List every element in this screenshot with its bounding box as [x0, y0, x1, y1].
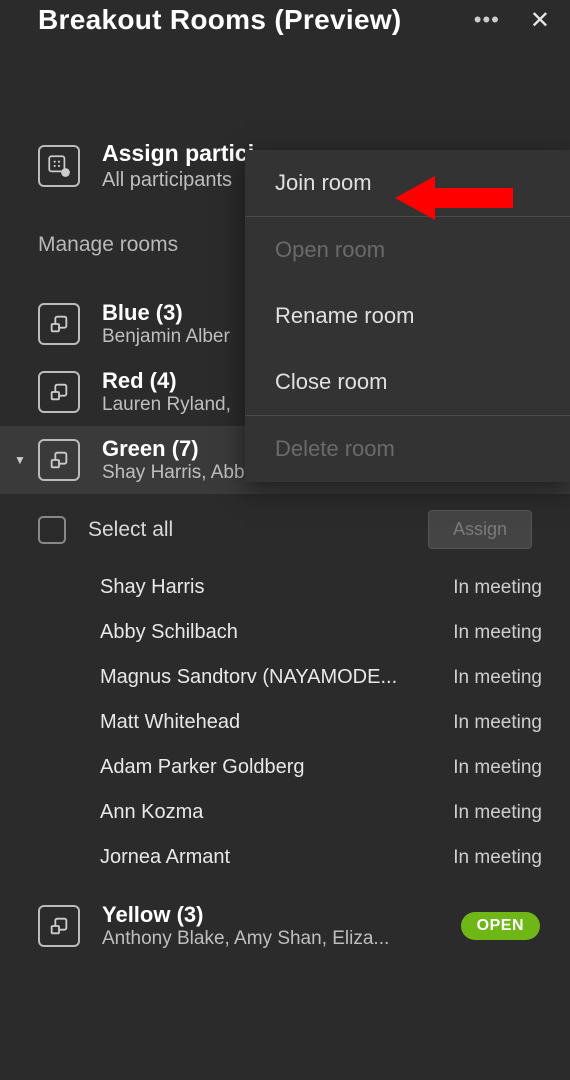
- more-options-icon[interactable]: •••: [474, 7, 500, 33]
- participant-row[interactable]: Jornea Armant In meeting: [100, 835, 570, 880]
- header-actions: ••• ✕: [474, 6, 550, 35]
- room-icon: [38, 439, 80, 481]
- menu-join-room[interactable]: Join room: [245, 150, 570, 216]
- participants-list: Shay Harris In meeting Abby Schilbach In…: [0, 561, 570, 892]
- participant-status: In meeting: [453, 622, 542, 644]
- participant-name: Jornea Armant: [100, 846, 453, 869]
- panel-header: Breakout Rooms (Preview) ••• ✕: [0, 0, 570, 40]
- participant-row[interactable]: Adam Parker Goldberg In meeting: [100, 745, 570, 790]
- assign-title: Assign partici: [102, 140, 254, 167]
- assign-button[interactable]: Assign: [428, 510, 532, 549]
- participant-row[interactable]: Ann Kozma In meeting: [100, 790, 570, 835]
- chevron-down-icon[interactable]: ▼: [14, 453, 26, 467]
- participant-row[interactable]: Shay Harris In meeting: [100, 565, 570, 610]
- participant-name: Magnus Sandtorv (NAYAMODE...: [100, 666, 453, 689]
- participant-row[interactable]: Matt Whitehead In meeting: [100, 700, 570, 745]
- menu-close-room[interactable]: Close room: [245, 349, 570, 415]
- breakout-rooms-panel: Breakout Rooms (Preview) ••• ✕ Assign pa…: [0, 0, 570, 1080]
- room-icon: [38, 303, 80, 345]
- participant-status: In meeting: [453, 712, 542, 734]
- menu-delete-room: Delete room: [245, 416, 570, 482]
- room-icon: [38, 905, 80, 947]
- room-context-menu: Join room Open room Rename room Close ro…: [245, 150, 570, 482]
- participant-name: Abby Schilbach: [100, 621, 453, 644]
- select-all-row: Select all Assign: [0, 498, 570, 561]
- participant-row[interactable]: Abby Schilbach In meeting: [100, 610, 570, 655]
- menu-open-room: Open room: [245, 217, 570, 283]
- participant-status: In meeting: [453, 847, 542, 869]
- manage-rooms-label: Manage rooms: [38, 233, 178, 257]
- room-icon: [38, 371, 80, 413]
- participant-row[interactable]: Magnus Sandtorv (NAYAMODE... In meeting: [100, 655, 570, 700]
- close-icon[interactable]: ✕: [530, 6, 550, 35]
- participant-status: In meeting: [453, 577, 542, 599]
- room-name: Yellow (3): [102, 902, 439, 928]
- room-participants: Anthony Blake, Amy Shan, Eliza...: [102, 928, 439, 950]
- assign-subtitle: All participants: [102, 169, 254, 192]
- participant-status: In meeting: [453, 757, 542, 779]
- participants-icon: [38, 145, 80, 187]
- panel-title: Breakout Rooms (Preview): [38, 4, 474, 36]
- participant-name: Matt Whitehead: [100, 711, 453, 734]
- select-all-label: Select all: [88, 518, 406, 542]
- select-all-checkbox[interactable]: [38, 516, 66, 544]
- room-item-yellow[interactable]: Yellow (3) Anthony Blake, Amy Shan, Eliz…: [0, 892, 570, 960]
- menu-rename-room[interactable]: Rename room: [245, 283, 570, 349]
- participant-name: Adam Parker Goldberg: [100, 756, 453, 779]
- participant-name: Ann Kozma: [100, 801, 453, 824]
- open-badge: OPEN: [461, 912, 540, 940]
- participant-name: Shay Harris: [100, 576, 453, 599]
- participant-status: In meeting: [453, 667, 542, 689]
- participant-status: In meeting: [453, 802, 542, 824]
- assign-text: Assign partici All participants: [102, 140, 254, 192]
